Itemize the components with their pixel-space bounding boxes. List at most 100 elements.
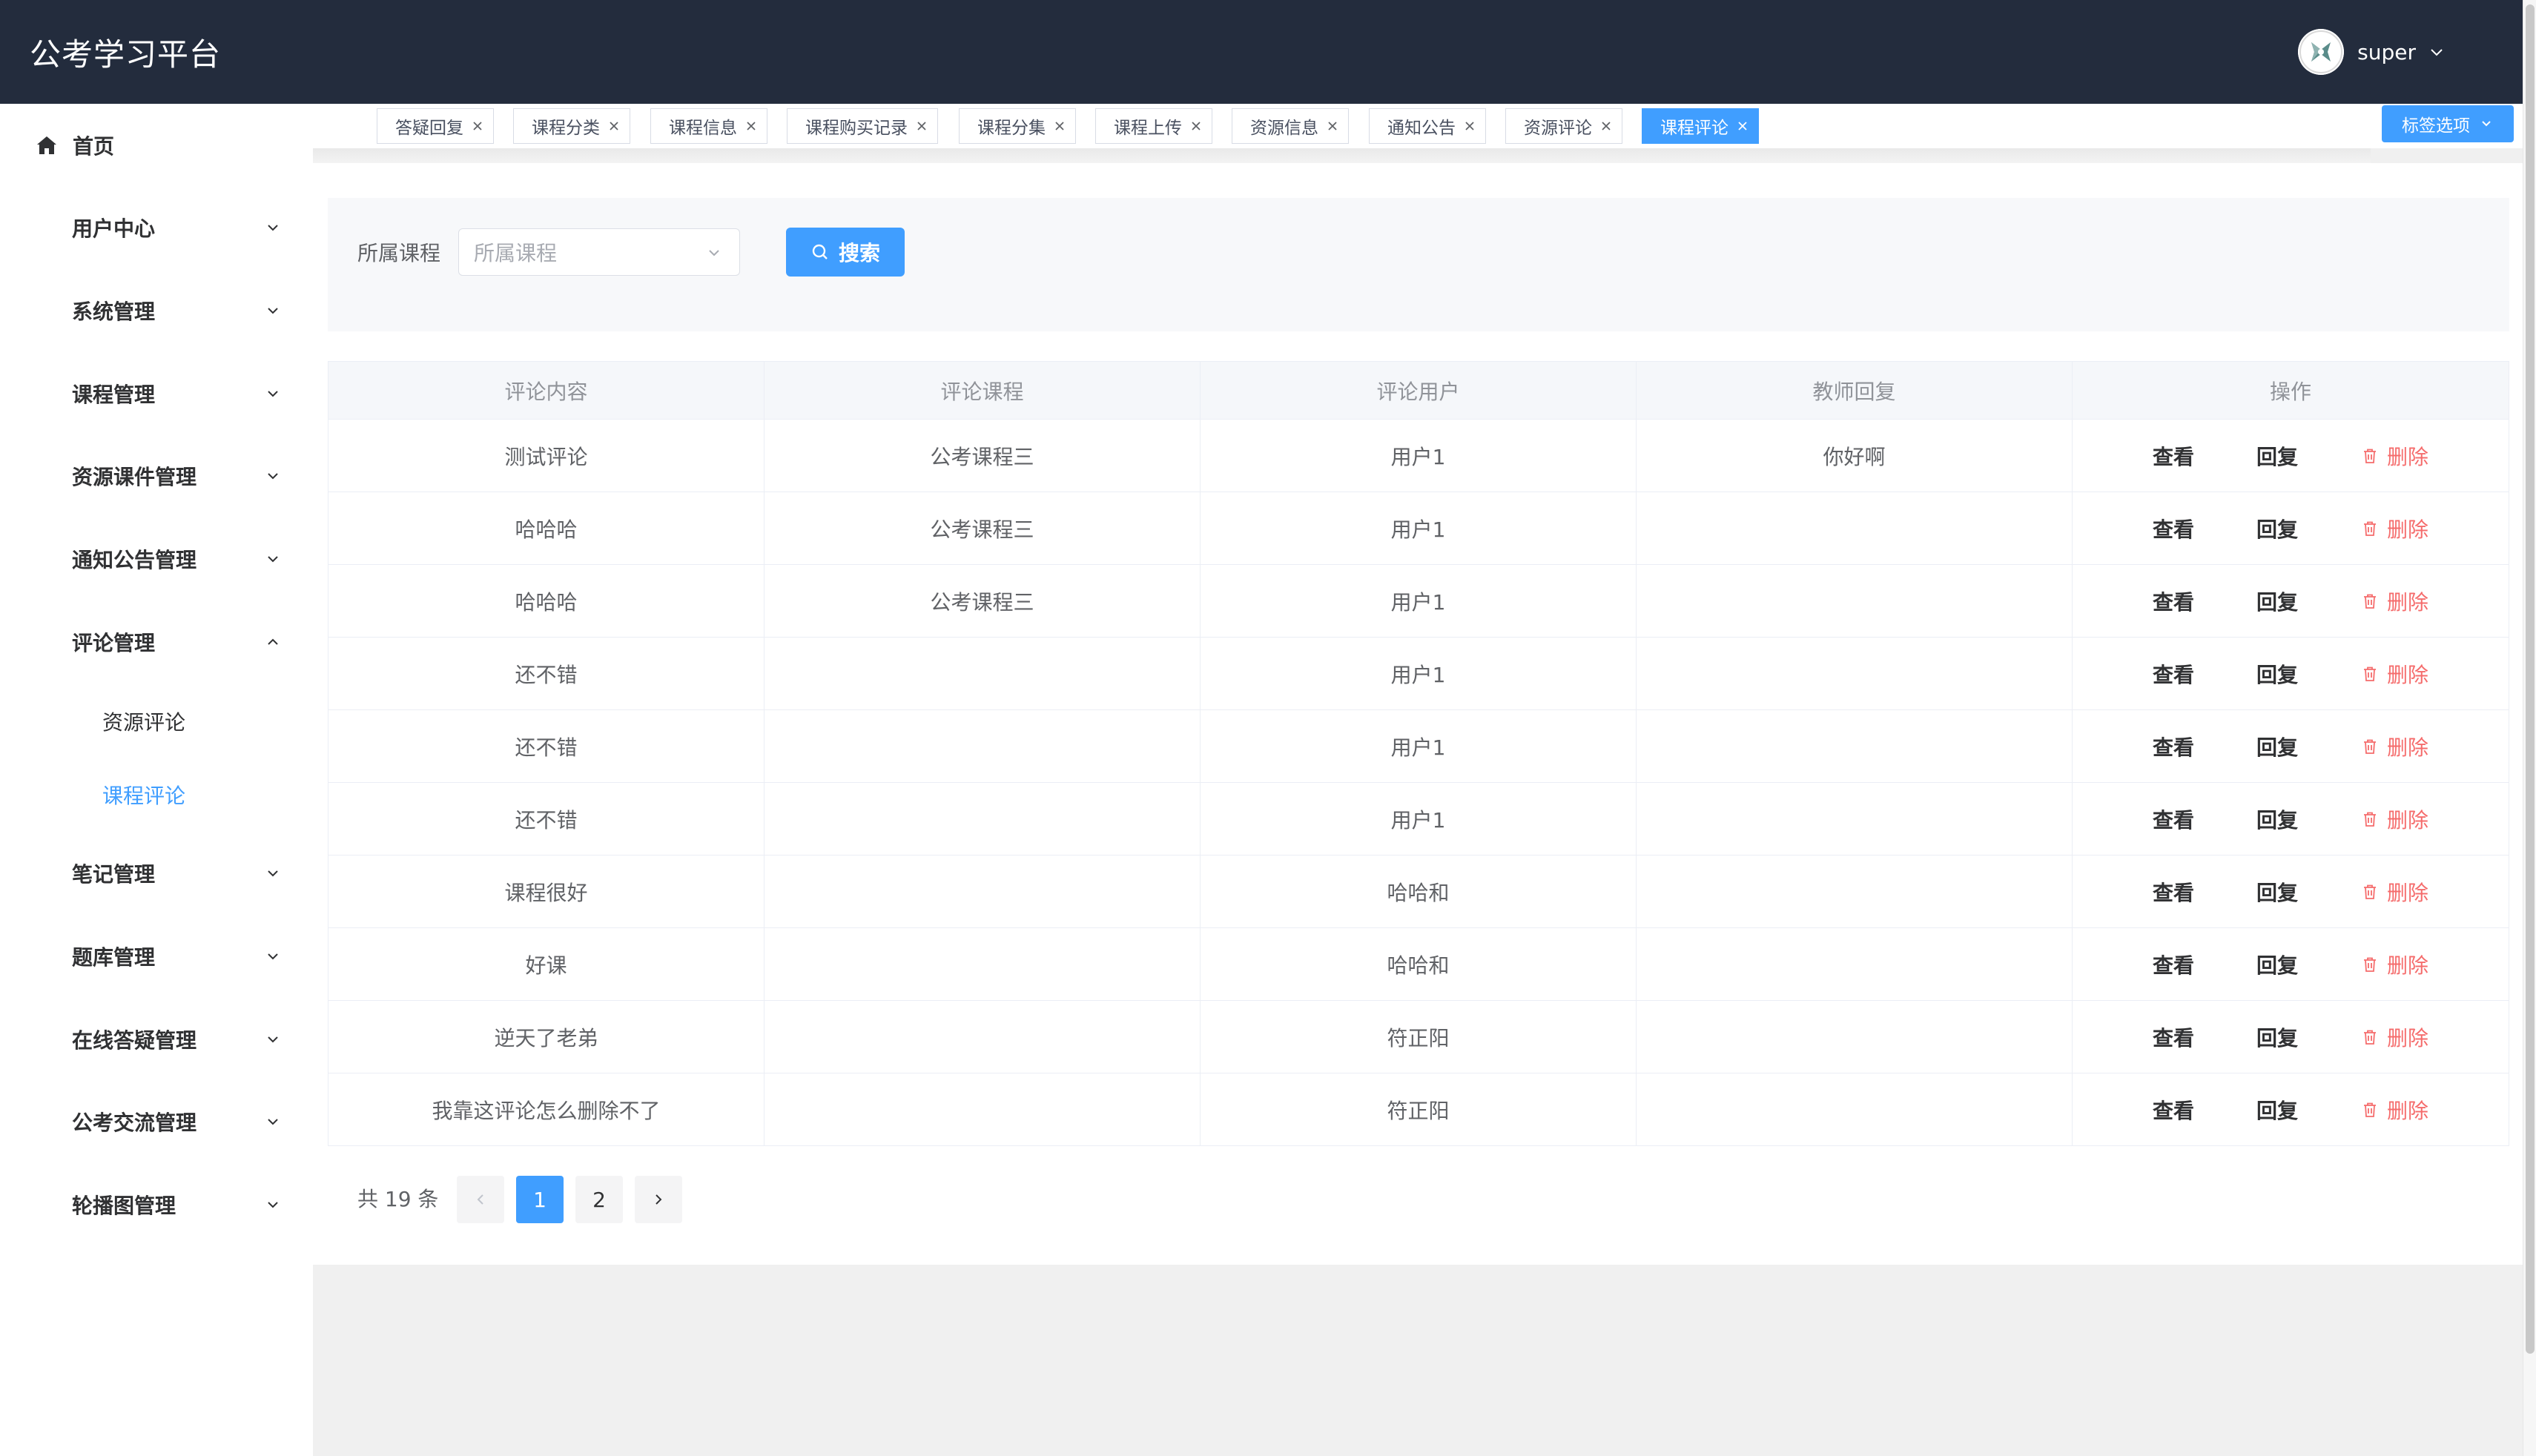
sidebar-item-exchange[interactable]: 公考交流管理 [0,1092,313,1151]
view-button[interactable]: 查看 [2153,804,2194,834]
tab-notices[interactable]: 通知公告 [1369,108,1486,144]
delete-button[interactable]: 删除 [2360,1095,2428,1125]
comment-course-cell: 公考课程三 [765,420,1201,492]
delete-button[interactable]: 删除 [2360,441,2428,471]
chevron-down-icon [268,1119,278,1125]
comment-content-cell: 课程很好 [328,856,765,927]
tab-resource-comments[interactable]: 资源评论 [1505,108,1622,144]
close-icon[interactable] [1463,119,1476,133]
reply-button[interactable]: 回复 [2256,514,2298,543]
tab-course-episodes[interactable]: 课程分集 [959,108,1076,144]
sidebar-item-resource-comments[interactable]: 资源评论 [0,692,313,751]
course-filter-label: 所属课程 [357,241,441,265]
user-menu[interactable]: super [2298,29,2446,75]
tab-label: 课程分类 [532,119,600,138]
reply-button[interactable]: 回复 [2256,441,2298,471]
sidebar-item-home[interactable]: 首页 [0,116,313,175]
close-icon[interactable] [1053,119,1066,133]
delete-label: 删除 [2387,880,2429,905]
tab-qa-reply[interactable]: 答疑回复 [377,108,494,144]
user-name[interactable]: super [2357,40,2416,64]
sidebar-item-label: 系统管理 [72,300,156,324]
sidebar-item-label: 用户中心 [72,216,156,241]
close-icon[interactable] [1189,119,1203,133]
view-button[interactable]: 查看 [2153,586,2194,616]
view-button[interactable]: 查看 [2153,514,2194,543]
reply-button[interactable]: 回复 [2256,1095,2298,1125]
tab-resource-info[interactable]: 资源信息 [1232,108,1349,144]
delete-button[interactable]: 删除 [2360,659,2428,689]
trash-icon [2364,666,2376,681]
course-select[interactable]: 所属课程 [458,228,740,276]
delete-button[interactable]: 删除 [2360,586,2428,616]
delete-button[interactable]: 删除 [2360,1022,2428,1052]
view-button[interactable]: 查看 [2153,659,2194,689]
reply-button[interactable]: 回复 [2256,586,2298,616]
table-row: 课程很好 哈哈和 查看 回复 删除 [328,856,2509,928]
chevron-down-icon[interactable] [2428,43,2446,61]
tab-purchase-records[interactable]: 课程购买记录 [787,108,938,144]
trash-icon [2364,739,2376,754]
view-button[interactable]: 查看 [2153,441,2194,471]
prev-page-button[interactable] [457,1176,504,1223]
sidebar-item-resources[interactable]: 资源课件管理 [0,446,313,506]
page-scrollbar-thumb[interactable] [2526,4,2535,1354]
reply-button[interactable]: 回复 [2256,732,2298,761]
close-icon[interactable] [744,119,758,133]
tab-course-category[interactable]: 课程分类 [513,108,630,144]
delete-button[interactable]: 删除 [2360,732,2428,761]
sidebar-item-system[interactable]: 系统管理 [0,281,313,340]
view-button[interactable]: 查看 [2153,950,2194,979]
comment-user-cell: 用户1 [1201,492,1637,564]
view-button[interactable]: 查看 [2153,877,2194,907]
sidebar-item-comments[interactable]: 评论管理 [0,612,313,672]
sidebar-item-user-center[interactable]: 用户中心 [0,198,313,257]
avatar[interactable] [2298,29,2345,75]
sidebar-item-courses[interactable]: 课程管理 [0,364,313,423]
sidebar-item-label: 通知公告管理 [72,548,197,572]
page-scrollbar[interactable] [2523,0,2536,1456]
chevron-down-icon [268,870,278,877]
tab-course-comments[interactable]: 课程评论 [1642,108,1759,144]
sidebar-item-online-qa[interactable]: 在线答疑管理 [0,1010,313,1069]
close-icon[interactable] [1599,119,1613,133]
sidebar-item-label: 公考交流管理 [72,1111,197,1135]
close-icon[interactable] [471,119,484,133]
comments-table: 评论内容 评论课程 评论用户 教师回复 操作 测试评论 公考课程三 用户1 你好啊 查看… [328,361,2509,1146]
page-button-1[interactable]: 1 [516,1176,564,1223]
reply-button[interactable]: 回复 [2256,659,2298,689]
pagination-total: 共 19 条 [357,1187,439,1211]
tab-options-button[interactable]: 标签选项 [2382,105,2514,142]
sidebar-item-question-bank[interactable]: 题库管理 [0,927,313,986]
reply-button[interactable]: 回复 [2256,1022,2298,1052]
table-row: 逆天了老弟 符正阳 查看 回复 删除 [328,1001,2509,1073]
delete-button[interactable]: 删除 [2360,877,2428,907]
reply-button[interactable]: 回复 [2256,877,2298,907]
close-icon[interactable] [607,119,621,133]
sidebar-item-notices[interactable]: 通知公告管理 [0,529,313,589]
next-page-button[interactable] [635,1176,682,1223]
close-icon[interactable] [915,119,928,133]
tab-course-upload[interactable]: 课程上传 [1095,108,1212,144]
view-button[interactable]: 查看 [2153,1022,2194,1052]
tab-course-info[interactable]: 课程信息 [650,108,767,144]
sidebar-item-course-comments[interactable]: 课程评论 [0,765,313,824]
close-icon[interactable] [1326,119,1339,133]
view-button[interactable]: 查看 [2153,1095,2194,1125]
delete-button[interactable]: 删除 [2360,514,2428,543]
delete-button[interactable]: 删除 [2360,950,2428,979]
comment-course-cell: 公考课程三 [765,565,1201,637]
close-icon[interactable] [1736,119,1749,133]
search-button[interactable]: 搜索 [786,228,905,277]
sidebar-item-carousel[interactable]: 轮播图管理 [0,1175,313,1234]
actions-cell: 查看 回复 删除 [2073,856,2509,927]
sidebar-item-notes[interactable]: 笔记管理 [0,844,313,903]
reply-button[interactable]: 回复 [2256,804,2298,834]
view-button[interactable]: 查看 [2153,732,2194,761]
page-button-2[interactable]: 2 [575,1176,623,1223]
delete-button[interactable]: 删除 [2360,804,2428,834]
delete-label: 删除 [2387,807,2429,833]
reply-button[interactable]: 回复 [2256,950,2298,979]
delete-label: 删除 [2387,735,2429,760]
table-body: 测试评论 公考课程三 用户1 你好啊 查看 回复 删除 哈哈哈 公考课程三 用户1 查看 回复 删除 哈哈… [328,420,2509,1146]
